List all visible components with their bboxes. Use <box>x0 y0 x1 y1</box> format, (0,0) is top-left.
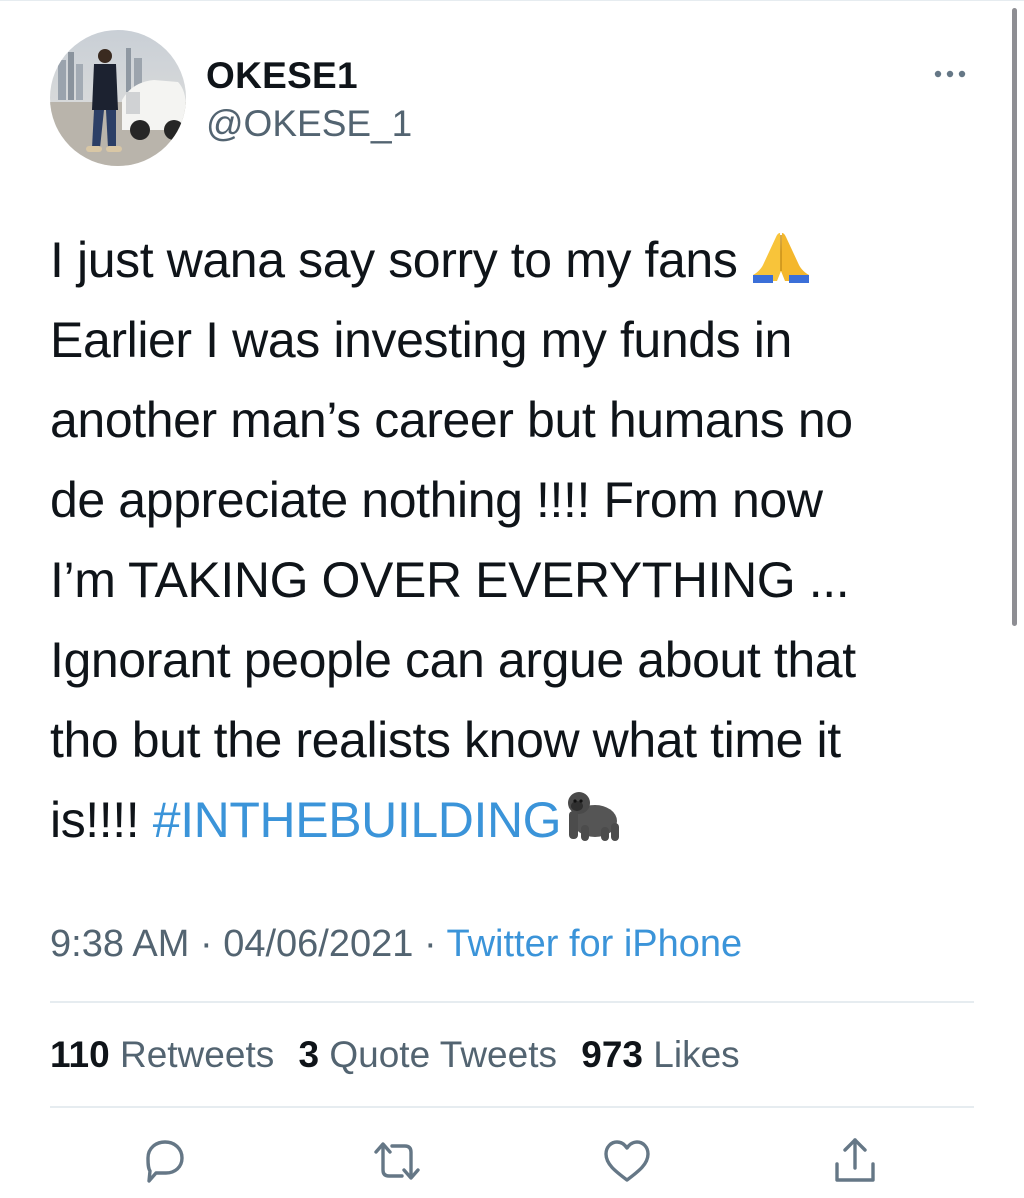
meta-divider <box>50 1001 974 1003</box>
tweet-time[interactable]: 9:38 AM <box>50 923 189 965</box>
likes-count: 973 <box>581 1034 643 1075</box>
tweet-line: tho but the realists know what time it <box>50 712 841 768</box>
tweet-text: I just wana say sorry to my fans Earlier… <box>50 220 970 860</box>
tweet-stats: 110 Retweets 3 Quote Tweets 973 Likes <box>50 1030 754 1080</box>
stats-divider <box>50 1106 974 1108</box>
user-handle[interactable]: @OKESE_1 <box>206 104 412 144</box>
retweets-stat[interactable]: 110 Retweets <box>50 1034 274 1075</box>
retweets-label: Retweets <box>119 1034 275 1075</box>
tweet-line: I just wana say sorry to my fans <box>50 220 970 300</box>
top-divider <box>0 0 1024 1</box>
quotes-label: Quote Tweets <box>329 1034 557 1075</box>
tweet-line: Earlier I was investing my funds in <box>50 312 792 368</box>
more-options-icon[interactable] <box>930 62 970 86</box>
tweet-line: is!!!! #INTHEBUILDING <box>50 780 970 860</box>
retweets-count: 110 <box>50 1034 110 1075</box>
tweet-line: I’m TAKING OVER EVERYTHING ... <box>50 552 850 608</box>
likes-label: Likes <box>653 1034 740 1075</box>
share-icon[interactable] <box>828 1134 882 1188</box>
retweet-icon[interactable] <box>370 1134 424 1188</box>
reply-icon[interactable] <box>138 1134 192 1188</box>
likes-stat[interactable]: 973 Likes <box>581 1034 739 1075</box>
scrollbar[interactable] <box>1012 8 1017 626</box>
tweet-source-link[interactable]: Twitter for iPhone <box>446 923 742 965</box>
like-icon[interactable] <box>600 1134 654 1188</box>
tweet-line: Ignorant people can argue about that <box>50 632 856 688</box>
tweet-date[interactable]: 04/06/2021 <box>223 923 413 965</box>
gorilla-emoji <box>561 786 623 866</box>
tweet-line: de appreciate nothing !!!! From now <box>50 472 823 528</box>
tweet-line: another man’s career but humans no <box>50 392 853 448</box>
quote-tweets-stat[interactable]: 3 Quote Tweets <box>299 1034 557 1075</box>
avatar[interactable] <box>50 30 186 166</box>
display-name[interactable]: OKESE1 <box>206 56 358 96</box>
meta-separator: · <box>413 923 447 965</box>
hashtag-link[interactable]: #INTHEBUILDING <box>153 792 562 848</box>
meta-separator: · <box>189 923 224 965</box>
quotes-count: 3 <box>298 1034 320 1075</box>
tweet-meta: 9:38 AM · 04/06/2021 · Twitter for iPhon… <box>50 918 742 970</box>
folded-hands-emoji <box>751 226 811 306</box>
